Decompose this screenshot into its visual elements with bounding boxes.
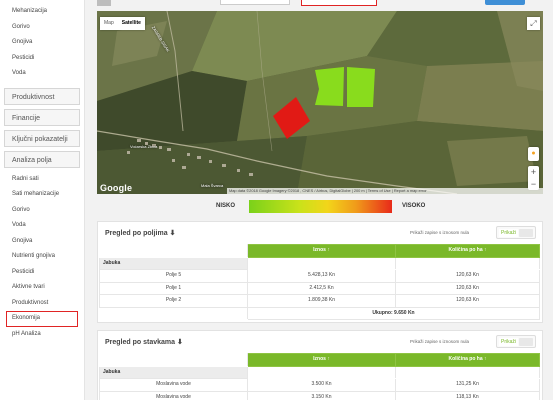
row-name: Polje 2 [99, 294, 248, 308]
table-row: Polje 2 1.809,38 Kn 120,63 Kn [99, 294, 540, 308]
show-zero-hint: Prikaži zapise s iznosom nula [409, 230, 469, 235]
map-attribution: Map data ©2018 Google Imagery ©2018 , CN… [227, 188, 543, 194]
show-zero-toggle[interactable]: Prikaži [496, 226, 536, 239]
sidebar-item-pesticidi-2[interactable]: Pesticidi [0, 265, 84, 281]
header-blank [99, 244, 248, 258]
column-header-amount[interactable]: Iznos ↑ [247, 353, 396, 367]
field-polje-5 [347, 67, 375, 107]
map-type-toggle: Map Satellite [100, 17, 145, 30]
group-row-label: Jabuka [99, 365, 248, 379]
pegman-icon[interactable]: ● [528, 147, 539, 161]
sidebar-section-produktivnost[interactable]: Produktivnost [4, 87, 80, 105]
sidebar-item-gnojiva-2[interactable]: Gnojiva [0, 234, 84, 250]
row-name: Moslavina vode [99, 390, 248, 400]
legend-gradient [249, 200, 392, 213]
sidebar-item-gorivo[interactable]: Gorivo [0, 20, 84, 36]
column-header-amount[interactable]: Iznos ↑ [247, 244, 396, 258]
fullscreen-icon[interactable]: ⤢ [527, 17, 540, 30]
zoom-in-button[interactable]: + [528, 166, 539, 178]
google-logo: Google [100, 183, 133, 193]
panel-header: Pregled po poljima ⬇ Prikaži zapise s iz… [98, 222, 542, 244]
sidebar-item-pesticidi[interactable]: Pesticidi [0, 51, 84, 67]
sidebar-item-ph-analiza[interactable]: pH Analiza [0, 327, 84, 343]
filter-select[interactable] [220, 0, 290, 5]
row-qty: 118,13 Kn [395, 390, 540, 400]
row-name: Moslavina vode [99, 378, 248, 392]
row-name: Polje 5 [99, 269, 248, 283]
table-row: Moslavina vode 3.150 Kn 118,13 Kn [99, 390, 540, 400]
show-zero-toggle[interactable]: Prikaži [496, 335, 536, 348]
sidebar-section-analiza-polja[interactable]: Analiza polja [4, 150, 80, 168]
row-qty: 120,63 Kn [395, 269, 540, 283]
sidebar-item-produktivnost[interactable]: Produktivnost [0, 296, 84, 312]
row-qty: 120,63 Kn [395, 294, 540, 308]
column-header-qty[interactable]: Količina po ha ↑ [395, 353, 540, 367]
total-row: Ukupno: 9.650 Kn [247, 306, 540, 320]
sidebar-section-kljucni-pokazatelji[interactable]: Ključni pokazatelji [4, 129, 80, 147]
header-blank [99, 353, 248, 367]
back-button[interactable] [97, 0, 111, 6]
row-amount: 3.150 Kn [247, 390, 396, 400]
column-header-qty[interactable]: Količina po ha ↑ [395, 244, 540, 258]
sidebar-item-radni-sati[interactable]: Radni sati [0, 172, 84, 188]
row-qty: 131,25 Kn [395, 378, 540, 392]
map-type-map[interactable]: Map [100, 17, 118, 30]
panel-by-fields: Pregled po poljima ⬇ Prikaži zapise s iz… [97, 221, 543, 323]
app-root: Mehanizacija Gorivo Gnojiva Pesticidi Vo… [0, 0, 553, 400]
legend-high-label: VISOKO [402, 203, 426, 209]
toggle-label: Prikaži [499, 229, 519, 237]
row-amount: 1.809,38 Kn [247, 294, 396, 308]
map-type-satellite[interactable]: Satellite [118, 17, 145, 30]
show-zero-hint: Prikaži zapise s iznosom nula [409, 339, 469, 344]
row-amount: 5.428,13 Kn [247, 269, 396, 283]
sidebar: Mehanizacija Gorivo Gnojiva Pesticidi Vo… [0, 0, 85, 400]
table-row: Polje 1 2.412,5 Kn 120,63 Kn [99, 281, 540, 295]
group-row-label: Jabuka [99, 256, 248, 270]
sidebar-item-ekonomija[interactable]: Ekonomija [6, 311, 78, 327]
sidebar-item-aktivne-tvari[interactable]: Aktivne tvari [0, 280, 84, 296]
map-place-label: Voćarska Zbica [130, 144, 158, 149]
panel-header: Pregled po stavkama ⬇ Prikaži zapise s i… [98, 331, 542, 353]
field-map[interactable]: Map Satellite ⤢ Voćarska Zbica ZAGREB-SI… [97, 11, 543, 194]
fields-table: Iznos ↑ Količina po ha ↑ Jabuka Polje 5 … [99, 244, 540, 320]
zoom-control: + − [528, 166, 539, 190]
row-qty: 120,63 Kn [395, 281, 540, 295]
row-amount: 2.412,5 Kn [247, 281, 396, 295]
legend-low-label: NISKO [216, 203, 236, 209]
map-town-label: Mala Švarca [201, 183, 224, 188]
apply-button[interactable] [485, 0, 525, 5]
sidebar-item-gnojiva[interactable]: Gnojiva [0, 35, 84, 51]
sidebar-item-mehanizacija[interactable]: Mehanizacija [0, 4, 84, 20]
panel-by-items: Pregled po stavkama ⬇ Prikaži zapise s i… [97, 330, 543, 400]
table-row: Polje 5 5.428,13 Kn 120,63 Kn [99, 269, 540, 283]
color-legend: NISKO VISOKO [97, 200, 543, 214]
sidebar-item-voda[interactable]: Voda [0, 66, 84, 82]
sidebar-item-sati-mehanizacije[interactable]: Sati mehanizacije [0, 187, 84, 203]
row-name: Polje 1 [99, 281, 248, 295]
top-controls [85, 0, 553, 8]
field-polje-1 [315, 67, 344, 106]
row-amount: 3.500 Kn [247, 378, 396, 392]
panel-title[interactable]: Pregled po poljima ⬇ [105, 229, 175, 237]
toggle-label: Prikaži [499, 338, 519, 346]
sidebar-item-gorivo-2[interactable]: Gorivo [0, 203, 84, 219]
panel-title[interactable]: Pregled po stavkama ⬇ [105, 338, 183, 346]
highlighted-filter-select[interactable] [301, 0, 377, 6]
sidebar-section-financije[interactable]: Financije [4, 108, 80, 126]
sidebar-item-voda-2[interactable]: Voda [0, 218, 84, 234]
items-table: Iznos ↑ Količina po ha ↑ Jabuka Moslavin… [99, 353, 540, 400]
table-row: Moslavina vode 3.500 Kn 131,25 Kn [99, 378, 540, 392]
sidebar-item-nutrienti-gnojiva[interactable]: Nutrienti gnojiva [0, 249, 84, 265]
